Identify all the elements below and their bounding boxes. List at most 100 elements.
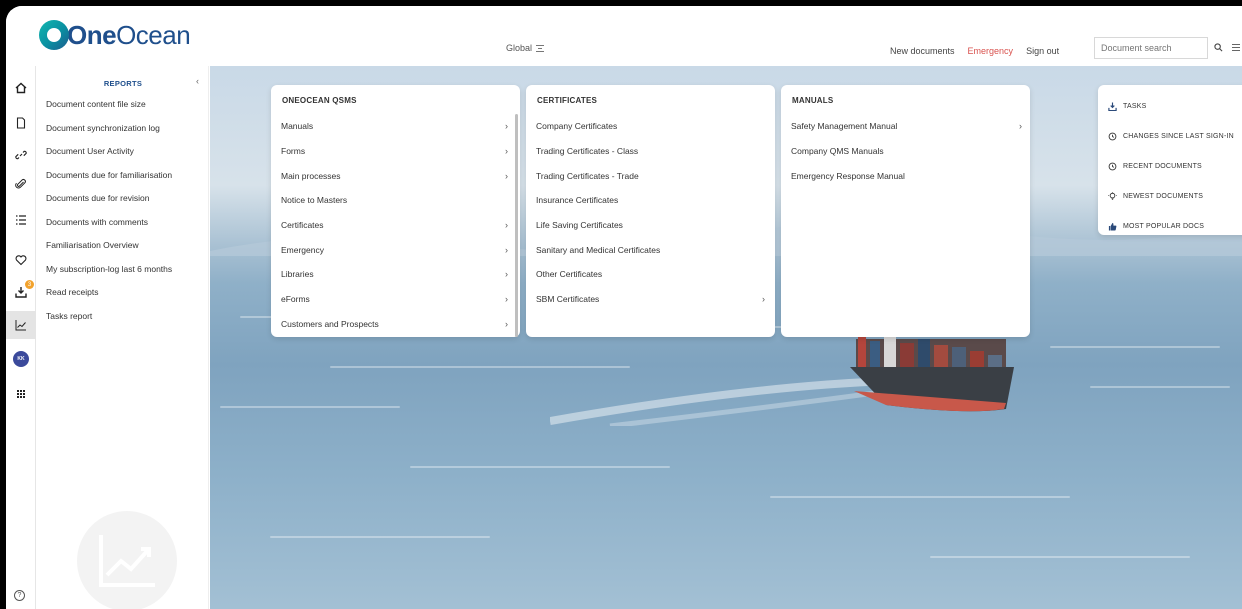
reports-panel: REPORTS ‹ Document content file size Doc… — [37, 66, 209, 609]
sign-out-link[interactable]: Sign out — [1026, 46, 1059, 56]
scope-label: Global — [506, 43, 533, 53]
report-item[interactable]: Document content file size — [46, 99, 172, 123]
quick-access-list: TASKS CHANGES SINCE LAST SIGN-IN RECENT … — [1098, 91, 1242, 241]
link-icon — [15, 150, 27, 160]
menu-item-insurance-certificates[interactable]: Insurance Certificates — [526, 188, 775, 213]
paperclip-icon — [15, 179, 26, 189]
reports-title: REPORTS — [103, 79, 143, 88]
emergency-link[interactable]: Emergency — [968, 46, 1014, 56]
menu-item-trading-certificates-class[interactable]: Trading Certificates - Class — [526, 139, 775, 164]
menu-list: Manuals › Forms › Main processes › Notice t… — [271, 114, 520, 336]
reports-list: Document content file size Document sync… — [46, 99, 172, 334]
apps-grid-icon — [17, 390, 25, 398]
report-item[interactable]: Document synchronization log — [46, 123, 172, 147]
history-icon — [1108, 132, 1117, 140]
menu-item-emergency-response-manual[interactable]: Emergency Response Manual — [781, 163, 1030, 188]
menu-item-eforms[interactable]: eForms › — [271, 287, 520, 312]
quick-item-recent-documents[interactable]: RECENT DOCUMENTS — [1098, 151, 1242, 181]
thumbs-up-icon — [1108, 222, 1117, 231]
rail-tasks[interactable]: 3 — [6, 278, 36, 306]
top-links: New documents Emergency Sign out — [890, 46, 1059, 56]
menu-column-manuals: MANUALS Safety Management Manual › Compan… — [781, 85, 1030, 337]
menu-column-title: CERTIFICATES — [537, 96, 598, 105]
menu-item-libraries[interactable]: Libraries › — [271, 262, 520, 287]
collapse-panel-icon[interactable]: ‹ — [196, 76, 199, 86]
filter-icon — [536, 44, 545, 52]
chevron-right-icon: › — [505, 146, 508, 157]
menu-item-life-saving-certificates[interactable]: Life Saving Certificates — [526, 213, 775, 238]
new-documents-link[interactable]: New documents — [890, 46, 955, 56]
chevron-right-icon: › — [505, 170, 508, 181]
app-window: OneOcean Global New documents Emergency … — [6, 6, 1242, 609]
container-ship-image — [850, 335, 1014, 412]
ship-wake — [550, 377, 890, 426]
menu-list: Safety Management Manual › Company QMS Ma… — [781, 114, 1030, 188]
quick-item-newest-documents[interactable]: NEWEST DOCUMENTS — [1098, 181, 1242, 211]
rail-home[interactable] — [6, 74, 36, 102]
menu-item-trading-certificates-trade[interactable]: Trading Certificates - Trade — [526, 163, 775, 188]
history-icon — [1108, 162, 1117, 170]
menu-item-notice-to-masters[interactable]: Notice to Masters — [271, 188, 520, 213]
rail-documents[interactable] — [6, 109, 36, 137]
rail-reports[interactable] — [6, 311, 36, 339]
quick-item-most-popular-docs[interactable]: MOST POPULAR DOCS — [1098, 211, 1242, 241]
report-item[interactable]: Tasks report — [46, 311, 172, 335]
rail-favorites[interactable] — [6, 246, 36, 274]
quick-item-changes-since-last-sign-in[interactable]: CHANGES SINCE LAST SIGN-IN — [1098, 121, 1242, 151]
report-item[interactable]: Documents with comments — [46, 217, 172, 241]
icon-rail: 3 KK — [6, 66, 36, 609]
menu-item-company-certificates[interactable]: Company Certificates — [526, 114, 775, 139]
chevron-right-icon: › — [505, 244, 508, 255]
rail-apps[interactable] — [6, 380, 36, 408]
menu-item-emergency[interactable]: Emergency › — [271, 237, 520, 262]
menu-item-other-certificates[interactable]: Other Certificates — [526, 262, 775, 287]
oneocean-logo[interactable]: OneOcean — [39, 20, 191, 50]
quick-item-tasks[interactable]: TASKS — [1098, 91, 1242, 121]
report-item[interactable]: Documents due for revision — [46, 193, 172, 217]
menu-item-customers-and-prospects[interactable]: Customers and Prospects › — [271, 312, 520, 337]
document-search-input[interactable] — [1094, 37, 1208, 59]
avatar: KK — [13, 351, 29, 367]
report-item[interactable]: Documents due for familiarisation — [46, 170, 172, 194]
menu-item-sbm-certificates[interactable]: SBM Certificates › — [526, 287, 775, 312]
chevron-right-icon: › — [505, 294, 508, 305]
quick-access-panel: TASKS CHANGES SINCE LAST SIGN-IN RECENT … — [1098, 85, 1242, 235]
report-item[interactable]: My subscription-log last 6 months — [46, 264, 172, 288]
download-tray-icon — [1108, 101, 1117, 111]
report-item[interactable]: Document User Activity — [46, 146, 172, 170]
home-icon — [15, 82, 27, 94]
reports-watermark-icon — [77, 511, 177, 609]
report-item[interactable]: Familiarisation Overview — [46, 240, 172, 264]
chevron-right-icon: › — [1019, 121, 1022, 132]
chevron-right-icon: › — [505, 269, 508, 280]
rail-user[interactable]: KK — [6, 345, 36, 373]
menu-item-company-qms-manuals[interactable]: Company QMS Manuals — [781, 139, 1030, 164]
tasks-count-badge: 3 — [25, 280, 34, 289]
logo-wordmark: OneOcean — [67, 20, 191, 50]
rail-links[interactable] — [6, 141, 36, 169]
report-item[interactable]: Read receipts — [46, 287, 172, 311]
menu-item-safety-management-manual[interactable]: Safety Management Manual › — [781, 114, 1030, 139]
menu-item-certificates[interactable]: Certificates › — [271, 213, 520, 238]
help-icon[interactable]: ? — [14, 590, 25, 601]
menu-item-sanitary-and-medical-certificates[interactable]: Sanitary and Medical Certificates — [526, 237, 775, 262]
menu-column-certificates: CERTIFICATES Company Certificates Tradin… — [526, 85, 775, 337]
search-icon[interactable] — [1214, 43, 1223, 52]
menu-item-manuals[interactable]: Manuals › — [271, 114, 520, 139]
menu-item-main-processes[interactable]: Main processes › — [271, 163, 520, 188]
rail-attachments[interactable] — [6, 170, 36, 198]
chart-icon — [15, 320, 26, 331]
chevron-right-icon: › — [505, 121, 508, 132]
heart-icon — [15, 255, 27, 266]
scope-selector[interactable]: Global — [506, 43, 545, 53]
rail-list[interactable] — [6, 206, 36, 234]
chevron-right-icon: › — [762, 294, 765, 305]
logo-mark-icon — [39, 20, 69, 50]
menu-column-title: MANUALS — [792, 96, 834, 105]
chevron-right-icon: › — [505, 318, 508, 329]
menu-column-title: ONEOCEAN QSMS — [282, 96, 357, 105]
menu-item-forms[interactable]: Forms › — [271, 139, 520, 164]
menu-list: Company Certificates Trading Certificate… — [526, 114, 775, 312]
document-icon — [16, 117, 26, 129]
hamburger-menu-icon[interactable] — [1232, 44, 1240, 51]
